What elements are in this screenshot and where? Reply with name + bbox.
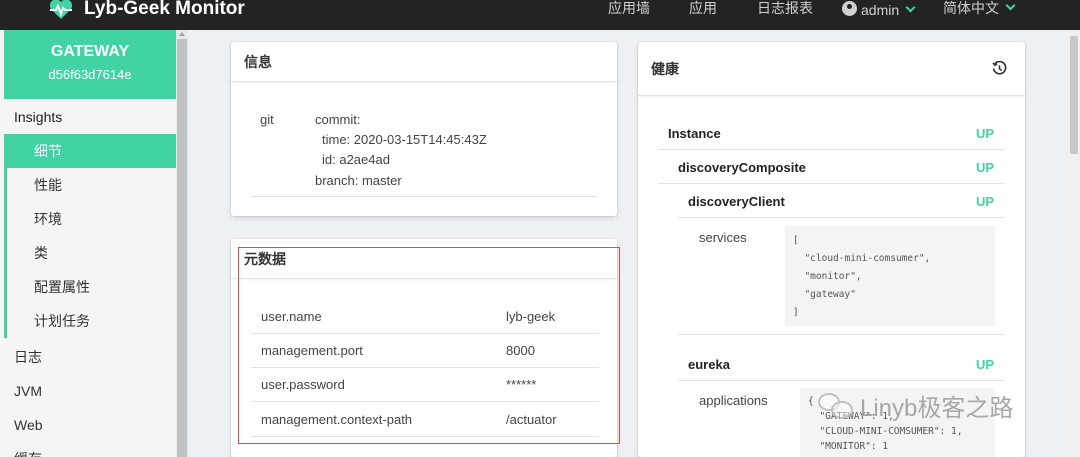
code-line: ] <box>793 307 799 318</box>
sidebar-item-scheduledtasks[interactable]: 计划任务 <box>4 304 176 338</box>
info-card: 信息 git commit: time: 2020-03-15T14:45:43… <box>231 42 617 216</box>
metadata-key: management.context-path <box>261 412 413 427</box>
language-label: 简体中文 <box>943 0 999 16</box>
health-eureka-status: UP <box>975 357 994 372</box>
wechat-icon <box>818 391 856 421</box>
sidebar-item-configprops[interactable]: 配置属性 <box>4 270 176 304</box>
user-menu[interactable]: admin <box>842 0 916 22</box>
health-title: 健康 <box>651 61 679 77</box>
info-commit-time: time: 2020-03-15T14:45:43Z <box>322 132 487 147</box>
sidebar-item-web[interactable]: Web <box>4 408 176 442</box>
info-divider <box>251 196 597 197</box>
metadata-key: user.name <box>261 309 322 324</box>
health-instance-status: UP <box>975 126 994 141</box>
metadata-card: 元数据 user.name lyb-geek management.port 8… <box>231 239 617 457</box>
health-client-label: discoveryClient <box>688 194 785 209</box>
history-icon[interactable] <box>992 61 1007 76</box>
metadata-row: management.context-path /actuator <box>251 403 599 437</box>
code-line: "monitor", <box>793 271 862 282</box>
sidebar-scrollbar-thumb[interactable] <box>177 39 187 457</box>
sidebar-item-jvm[interactable]: JVM <box>4 374 176 408</box>
health-composite-label: discoveryComposite <box>678 160 806 175</box>
health-client-row: discoveryClient UP <box>678 184 1004 218</box>
info-commit-id: id: a2ae4ad <box>322 152 390 167</box>
health-eureka-label: eureka <box>688 357 730 372</box>
brand[interactable]: Lyb-Geek Monitor <box>48 0 245 24</box>
info-git-key: git <box>260 112 274 127</box>
metadata-card-title: 元数据 <box>231 239 617 279</box>
heartbeat-logo-icon <box>49 0 73 19</box>
sidebar-item-details[interactable]: 细节 <box>4 134 176 168</box>
health-divider <box>678 334 1004 335</box>
watermark-text: Linyb极客之路 <box>860 395 1014 422</box>
sidebar-group-insights[interactable]: Insights <box>4 100 176 134</box>
language-menu[interactable]: 简体中文 <box>943 0 1016 22</box>
health-eureka-row: eureka UP <box>678 347 1004 381</box>
health-instance-label: Instance <box>668 126 721 141</box>
metadata-row: user.password ****** <box>251 368 599 402</box>
metadata-row: management.port 8000 <box>251 334 599 368</box>
metadata-value: ****** <box>506 377 537 392</box>
watermark: Linyb极客之路 <box>818 388 1013 423</box>
sidebar-item-metrics[interactable]: 性能 <box>4 168 176 202</box>
metadata-key: user.password <box>261 377 345 392</box>
code-line: "MONITOR": 1 <box>808 441 889 452</box>
health-instance-row: Instance UP <box>658 116 1004 150</box>
sidebar: GATEWAY d56f63d7614e Insights 细节 性能 环境 类… <box>0 30 188 457</box>
chevron-down-icon <box>905 2 916 13</box>
chevron-down-icon <box>1005 0 1016 11</box>
info-branch: branch: master <box>315 173 402 188</box>
health-composite-status: UP <box>975 160 994 175</box>
metadata-key: management.port <box>261 343 363 358</box>
instance-id: d56f63d7614e <box>48 67 132 82</box>
page-scrollbar[interactable] <box>1068 30 1080 457</box>
metadata-value: /actuator <box>506 412 557 427</box>
health-composite-row: discoveryComposite UP <box>658 150 1004 184</box>
sidebar-nav: GATEWAY d56f63d7614e Insights 细节 性能 环境 类… <box>4 30 176 457</box>
nav-wallboard[interactable]: 应用墙 <box>608 0 650 22</box>
top-navbar: Lyb-Geek Monitor 应用墙 应用 日志报表 admin 简体中文 <box>0 0 1080 30</box>
health-client-status: UP <box>975 194 994 209</box>
code-line: "gateway" <box>793 289 856 300</box>
user-name: admin <box>861 2 900 18</box>
code-line: "cloud-mini-comsumer", <box>793 253 931 264</box>
app-title: Lyb-Geek Monitor <box>84 0 245 19</box>
metadata-row: user.name lyb-geek <box>251 300 599 334</box>
instance-name: GATEWAY <box>50 43 130 60</box>
code-line: "CLOUD-MINI-COMSUMER": 1, <box>808 426 963 437</box>
page-scrollbar-thumb[interactable] <box>1070 36 1078 154</box>
sidebar-item-logging[interactable]: 日志 <box>4 340 176 374</box>
health-services-label: services <box>699 230 747 245</box>
sidebar-item-beans[interactable]: 类 <box>4 236 176 270</box>
sidebar-scrollbar[interactable] <box>176 30 188 457</box>
nav-applications[interactable]: 应用 <box>689 0 717 22</box>
sidebar-item-environment[interactable]: 环境 <box>4 202 176 236</box>
instance-header: GATEWAY d56f63d7614e <box>4 30 176 99</box>
sidebar-item-caches[interactable]: 缓存 <box>4 442 176 457</box>
info-commit-label: commit: <box>315 112 361 127</box>
health-services-code: [ "cloud-mini-comsumer", "monitor", "gat… <box>785 226 995 326</box>
metadata-value: 8000 <box>506 343 535 358</box>
health-card-title: 健康 <box>638 42 1025 96</box>
user-circle-icon <box>842 1 857 16</box>
health-applications-label: applications <box>699 393 768 408</box>
code-line: [ <box>793 235 799 246</box>
nav-journal[interactable]: 日志报表 <box>757 0 813 22</box>
info-card-title: 信息 <box>231 42 617 82</box>
scroll-up-arrow-icon[interactable] <box>179 32 185 36</box>
metadata-value: lyb-geek <box>506 309 556 324</box>
